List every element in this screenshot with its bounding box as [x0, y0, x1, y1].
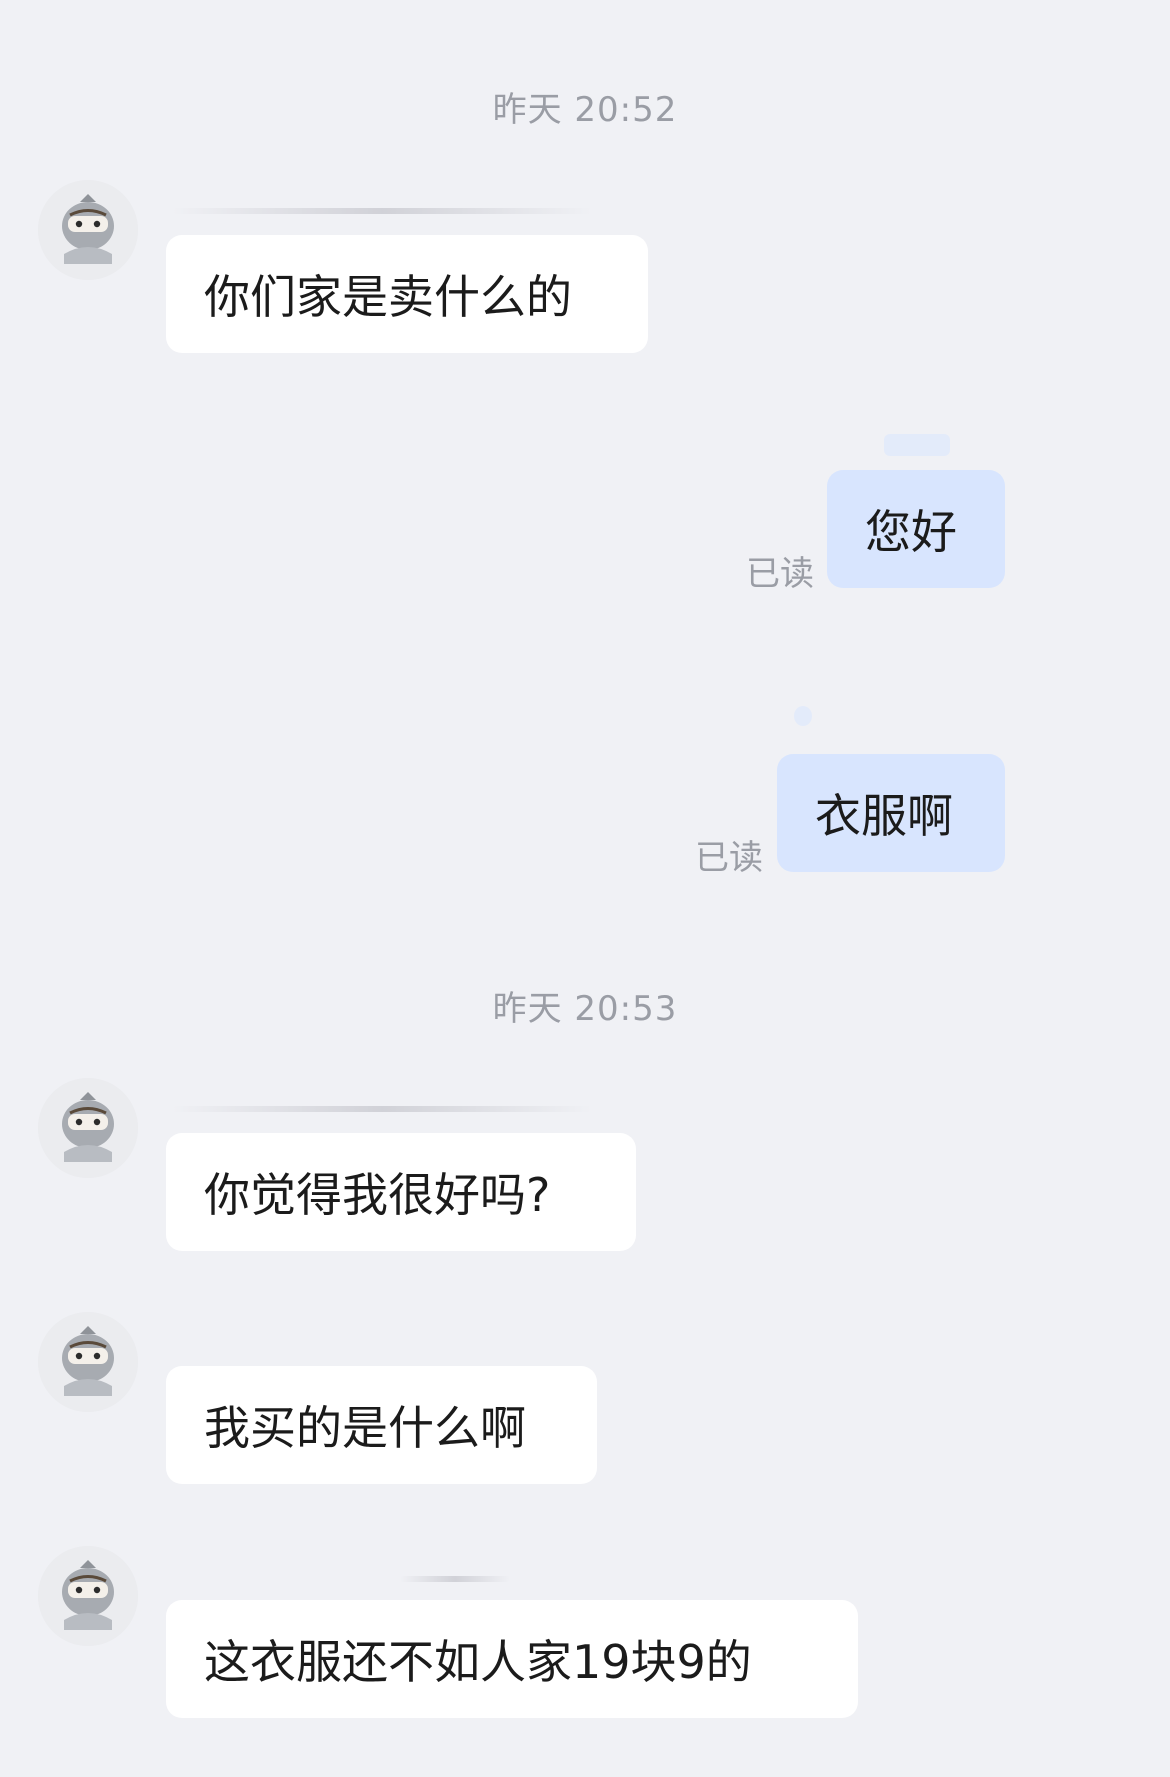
read-status: 已读	[746, 554, 814, 594]
ninja-avatar-icon	[38, 180, 138, 280]
ninja-avatar-icon	[38, 1546, 138, 1646]
message-bubble[interactable]: 这衣服还不如人家19块9的	[166, 1600, 858, 1718]
redacted-patch	[794, 706, 812, 726]
timestamp: 昨天 20:52	[492, 90, 678, 130]
message-bubble[interactable]: 您好	[827, 470, 1005, 588]
avatar[interactable]	[38, 1312, 138, 1412]
ninja-avatar-icon	[38, 1078, 138, 1178]
sender-name-redacted	[400, 1576, 510, 1582]
redacted-patch	[884, 434, 950, 456]
message-bubble[interactable]: 我买的是什么啊	[166, 1366, 597, 1484]
ninja-avatar-icon	[38, 1312, 138, 1412]
sender-name-redacted	[172, 1106, 592, 1112]
read-status: 已读	[695, 838, 763, 878]
chat-thread[interactable]: 昨天 20:52 你们家是卖什么的 已读 您好 已读 衣服啊 昨天 20:53	[0, 0, 1170, 1777]
message-bubble[interactable]: 你觉得我很好吗?	[166, 1133, 636, 1251]
avatar[interactable]	[38, 1078, 138, 1178]
message-bubble[interactable]: 衣服啊	[777, 754, 1005, 872]
message-bubble[interactable]: 你们家是卖什么的	[166, 235, 648, 353]
avatar[interactable]	[38, 1546, 138, 1646]
sender-name-redacted	[172, 208, 592, 214]
timestamp: 昨天 20:53	[492, 989, 678, 1029]
avatar[interactable]	[38, 180, 138, 280]
